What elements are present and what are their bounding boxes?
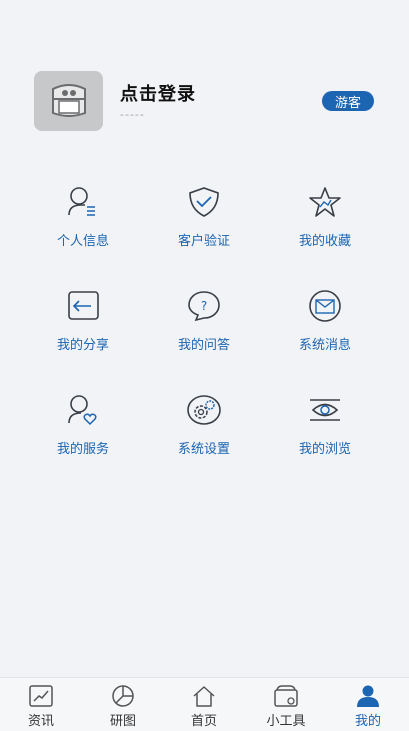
menu-item-system-settings[interactable]: 系统设置: [149, 392, 259, 462]
tab-tools[interactable]: 小工具: [245, 678, 327, 731]
tab-label: 资讯: [27, 714, 54, 729]
menu-item-customer-verify[interactable]: 客户验证: [149, 184, 259, 254]
user-subtitle: -----: [120, 108, 145, 121]
menu-label: 我的问答: [177, 338, 230, 353]
pie-chart-icon: [110, 684, 136, 708]
chart-line-icon: [28, 684, 54, 708]
tab-label: 我的: [354, 714, 381, 729]
home-icon: [191, 684, 217, 708]
avatar[interactable]: [34, 71, 103, 131]
menu-item-personal-info[interactable]: 个人信息: [28, 184, 138, 254]
user-heart-icon: [63, 392, 103, 428]
share-icon: [63, 288, 103, 324]
login-link[interactable]: 点击登录: [120, 80, 196, 106]
person-icon: [355, 684, 381, 708]
menu-label: 个人信息: [56, 234, 109, 249]
star-icon: [305, 184, 345, 220]
tab-mine[interactable]: 我的: [327, 678, 409, 731]
profile-header: 点击登录 ----- 游客: [0, 0, 409, 150]
user-info-icon: [63, 184, 103, 220]
question-icon: ?: [184, 288, 224, 324]
menu-item-my-services[interactable]: 我的服务: [28, 392, 138, 462]
menu-label: 我的分享: [56, 338, 109, 353]
tab-label: 研图: [109, 714, 136, 729]
menu-item-favorites[interactable]: 我的收藏: [270, 184, 380, 254]
menu-label: 我的服务: [56, 442, 109, 457]
menu-item-my-qa[interactable]: ? 我的问答: [149, 288, 259, 358]
bottom-tab-bar: 资讯 研图 首页 小工具 我的: [0, 677, 409, 731]
menu-item-browse-history[interactable]: 我的浏览: [270, 392, 380, 462]
menu-label: 我的浏览: [298, 442, 351, 457]
menu-item-system-messages[interactable]: 系统消息: [270, 288, 380, 358]
tab-label: 小工具: [266, 714, 306, 729]
menu-label: 客户验证: [177, 234, 230, 249]
shield-check-icon: [184, 184, 224, 220]
tab-research-charts[interactable]: 研图: [82, 678, 164, 731]
gear-icon: [184, 392, 224, 428]
eye-icon: [305, 392, 345, 428]
menu-label: 系统设置: [177, 442, 230, 457]
guest-badge: 游客: [322, 91, 374, 111]
mail-icon: [305, 288, 345, 324]
menu-label: 系统消息: [298, 338, 351, 353]
avatar-placeholder-icon: [51, 84, 86, 117]
svg-text:?: ?: [201, 299, 207, 313]
tab-label: 首页: [190, 714, 217, 729]
toolbox-icon: [273, 684, 299, 708]
menu-label: 我的收藏: [298, 234, 351, 249]
menu-item-my-share[interactable]: 我的分享: [28, 288, 138, 358]
tab-home[interactable]: 首页: [163, 678, 245, 731]
tab-news[interactable]: 资讯: [0, 678, 82, 731]
